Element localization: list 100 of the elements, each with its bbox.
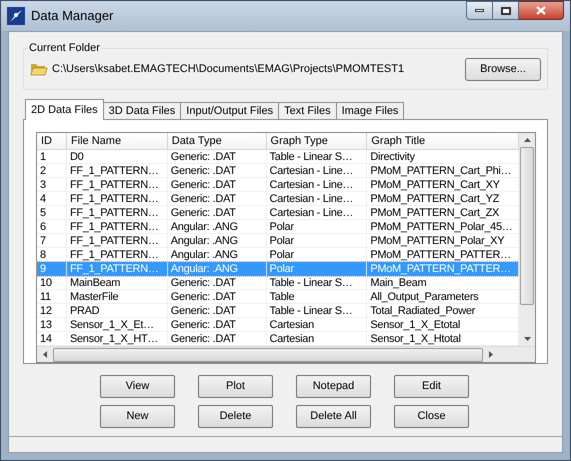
table-cell: Generic: .DAT: [168, 178, 267, 192]
table-cell: Cartesian - Line…: [266, 192, 368, 206]
table-row[interactable]: 5 FF_1_PATTERN… Generic: .DAT Cartesian - Line… PMoM_PATTERN_Cart_ZX: [37, 206, 519, 220]
table-row[interactable]: 7 FF_1_PATTERN… Angular: .ANG Polar PMoM_PATTERN_Polar_XY: [37, 234, 519, 248]
table-row[interactable]: 4 FF_1_PATTERN… Generic: .DAT Cartesian - Line… PMoM_PATTERN_Cart_YZ: [37, 192, 519, 206]
table-cell: 5: [37, 206, 67, 220]
table-cell: FF_1_PATTERN…: [66, 220, 168, 234]
table-cell: FF_1_PATTERN…: [66, 192, 168, 206]
table-cell: PMoM_PATTERN_Cart_Phi…: [367, 164, 520, 178]
table-cell: Table: [266, 290, 368, 304]
table-cell: PMoM_PATTERN_Cart_YZ: [367, 192, 520, 206]
table-cell: Cartesian: [266, 318, 368, 332]
table-cell: Main_Beam: [367, 276, 520, 290]
table-cell: MainBeam: [66, 276, 168, 290]
table-cell: MasterFile: [66, 290, 168, 304]
table-cell: 4: [37, 192, 67, 206]
table-row[interactable]: 13 Sensor_1_X_Et… Generic: .DAT Cartesian Sensor_1_X_Etotal: [37, 318, 519, 332]
action-button[interactable]: Edit: [394, 375, 469, 398]
table-cell: Generic: .DAT: [168, 206, 267, 220]
vertical-scrollbar[interactable]: [519, 133, 535, 346]
scroll-up-icon[interactable]: [524, 138, 530, 142]
table-cell: Generic: .DAT: [168, 150, 267, 164]
table-cell: Polar: [266, 234, 368, 248]
table-row[interactable]: 1 D0 Generic: .DAT Table - Linear S… Directivity: [37, 150, 519, 164]
table-cell: Table - Linear S…: [266, 304, 368, 318]
table-cell: Angular: .ANG: [168, 262, 267, 276]
table-cell: FF_1_PATTERN…: [66, 262, 168, 276]
minimize-button[interactable]: [466, 1, 493, 20]
table-cell: FF_1_PATTERN…: [66, 206, 168, 220]
column-header[interactable]: Data Type: [168, 133, 267, 150]
table-cell: Sensor_1_X_Et…: [66, 318, 168, 332]
action-button[interactable]: Delete All: [296, 405, 371, 428]
table-row[interactable]: 2 FF_1_PATTERN… Generic: .DAT Cartesian - Line… PMoM_PATTERN_Cart_Phi…: [37, 164, 519, 178]
table-cell: Polar: [266, 220, 368, 234]
action-button[interactable]: New: [100, 405, 175, 428]
table-cell: FF_1_PATTERN…: [66, 178, 168, 192]
action-button[interactable]: Close: [394, 405, 469, 428]
table-cell: FF_1_PATTERN…: [66, 164, 168, 178]
action-button[interactable]: Notepad: [296, 375, 371, 398]
table-row[interactable]: 10 MainBeam Generic: .DAT Table - Linear S… Main_Beam: [37, 276, 519, 290]
table-cell: PRAD: [66, 304, 168, 318]
table-cell: 12: [37, 304, 67, 318]
action-button[interactable]: Plot: [198, 375, 273, 398]
close-icon: [536, 6, 546, 15]
table-cell: Generic: .DAT: [168, 290, 267, 304]
table-cell: PMoM_PATTERN_Cart_ZX: [367, 206, 520, 220]
table-cell: Generic: .DAT: [168, 164, 267, 178]
close-button[interactable]: [519, 1, 564, 20]
table-cell: Generic: .DAT: [168, 192, 267, 206]
table-cell: 7: [37, 234, 67, 248]
table-cell: PMoM_PATTERN_Cart_XY: [367, 178, 520, 192]
table-cell: 1: [37, 150, 67, 164]
table-cell: Directivity: [367, 150, 520, 164]
table-cell: 6: [37, 220, 67, 234]
table-cell: PMoM_PATTERN_Polar_XY: [367, 234, 520, 248]
table-cell: 13: [37, 318, 67, 332]
tab[interactable]: Image Files: [336, 102, 404, 120]
table-row[interactable]: 3 FF_1_PATTERN… Generic: .DAT Cartesian - Line… PMoM_PATTERN_Cart_XY: [37, 178, 519, 192]
browse-button[interactable]: Browse...: [465, 58, 541, 80]
table-cell: Generic: .DAT: [168, 276, 267, 290]
table-cell: D0: [66, 150, 168, 164]
table-cell: Generic: .DAT: [168, 318, 267, 332]
table-cell: 10: [37, 276, 67, 290]
table-row[interactable]: 12 PRAD Generic: .DAT Table - Linear S… Total_Radiated_Power: [37, 304, 519, 318]
scroll-right-icon[interactable]: [489, 351, 493, 358]
table-cell: Table - Linear S…: [266, 276, 368, 290]
table-cell: Polar: [266, 262, 368, 276]
column-header[interactable]: ID: [37, 133, 67, 150]
table-cell: Sensor_1_X_Etotal: [367, 318, 520, 332]
table-cell: 3: [37, 178, 67, 192]
table-cell: Total_Radiated_Power: [367, 304, 520, 318]
action-button[interactable]: Delete: [198, 405, 273, 428]
maximize-button[interactable]: [493, 1, 519, 20]
table-cell: Generic: .DAT: [168, 304, 267, 318]
table-cell: 2: [37, 164, 67, 178]
app-icon: [7, 7, 25, 25]
table-cell: Table - Linear S…: [266, 150, 368, 164]
table-cell: Angular: .ANG: [168, 234, 267, 248]
tab[interactable]: 2D Data Files: [25, 99, 104, 120]
table-cell: FF_1_PATTERN…: [66, 234, 168, 248]
table-cell: Cartesian - Line…: [266, 206, 368, 220]
folder-icon: [30, 61, 48, 77]
scroll-left-icon[interactable]: [43, 351, 47, 358]
column-header[interactable]: Graph Type: [266, 133, 368, 150]
column-header[interactable]: File Name: [66, 133, 168, 150]
window-title: Data Manager: [31, 7, 114, 26]
table-cell: Cartesian - Line…: [266, 178, 368, 192]
column-header[interactable]: Graph Title: [367, 133, 520, 150]
horizontal-scrollbar[interactable]: [37, 346, 535, 362]
action-button[interactable]: View: [100, 375, 175, 398]
table-cell: All_Output_Parameters: [367, 290, 520, 304]
folder-path: C:\Users\ksabet.EMAGTECH\Documents\EMAG\Projects\PMOMTEST1: [52, 62, 404, 77]
scroll-down-icon[interactable]: [524, 337, 530, 341]
table-cell: 9: [37, 262, 67, 276]
table-row[interactable]: 6 FF_1_PATTERN… Angular: .ANG Polar PMoM_PATTERN_Polar_45…: [37, 220, 519, 234]
table-row[interactable]: 11 MasterFile Generic: .DAT Table All_Output_Parameters: [37, 290, 519, 304]
table-cell: Cartesian - Line…: [266, 164, 368, 178]
table-cell: 11: [37, 290, 67, 304]
table-cell: PMoM_PATTERN_Polar_45…: [367, 220, 520, 234]
table-cell: Angular: .ANG: [168, 220, 267, 234]
